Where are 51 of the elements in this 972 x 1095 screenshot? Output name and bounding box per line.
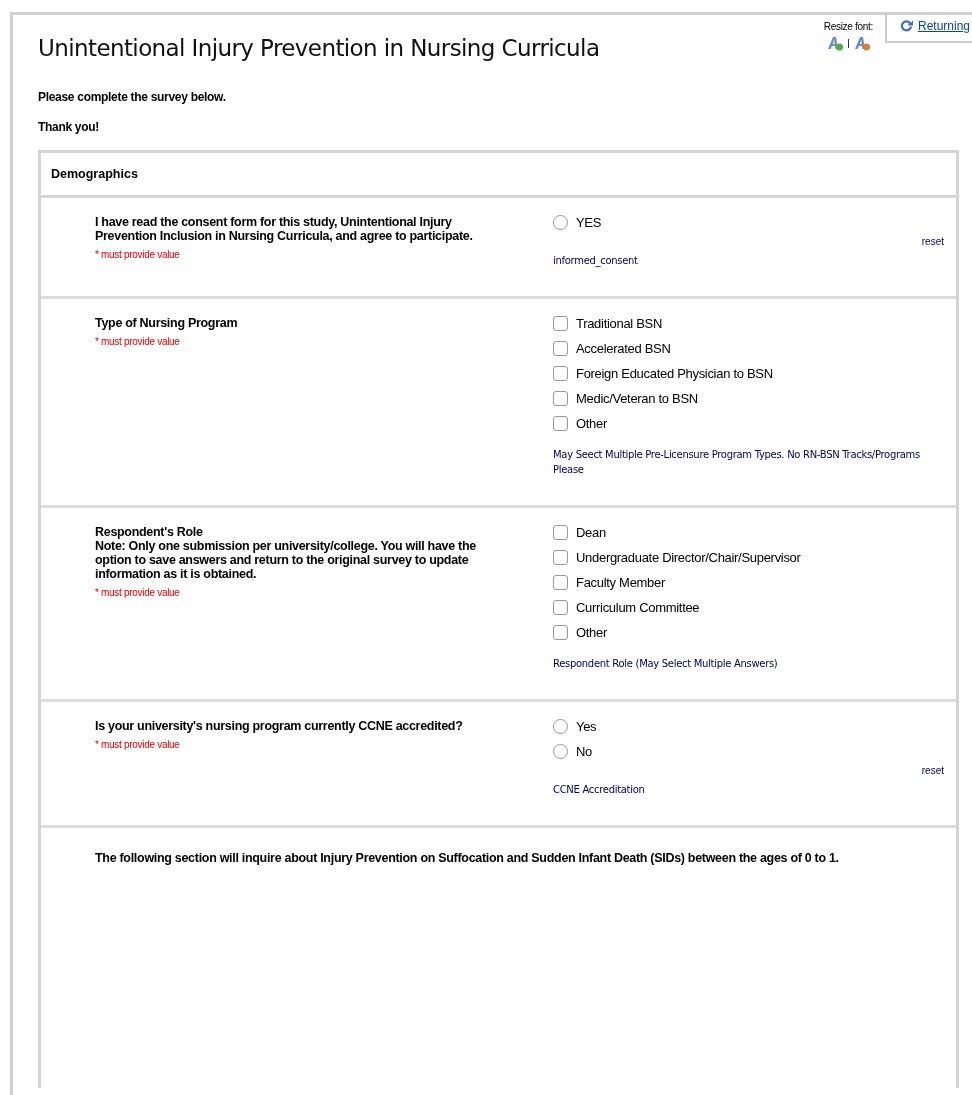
radio-button[interactable] (553, 719, 568, 734)
radio-button[interactable] (553, 744, 568, 759)
refresh-icon[interactable] (898, 18, 914, 33)
option-label: Curriculum Committee (576, 600, 700, 615)
required-note: * must provide value (95, 739, 181, 750)
survey-title: Unintentional Injury Prevention in Nursing Curricula (38, 35, 601, 61)
option-label: Accelerated BSN (576, 341, 671, 356)
reset-link[interactable]: reset (921, 236, 944, 247)
question-label: Type of Nursing Program (95, 316, 239, 330)
checkbox[interactable] (553, 391, 568, 406)
question-label: Respondent's Role (95, 525, 204, 539)
checkbox[interactable] (553, 525, 568, 540)
field-note: CCNE Accreditation (553, 783, 646, 797)
reset-link[interactable]: reset (921, 765, 944, 776)
option-label: Undergraduate Director/Chair/Supervisor (576, 550, 801, 565)
intro-text: Please complete the survey below. (38, 90, 227, 104)
question-label: I have read the consent form for this study, Unintentional Injury Prevention Inclusion in Nursing Curricula, and agree to participate. (95, 215, 474, 243)
section-description: The following section will inquire about Injury Prevention on Suffocation and Sudden Infant Death (SIDs) between the ages of 0 to 1. (95, 851, 839, 865)
option-label: Other (576, 416, 607, 431)
field-note: May Seect Multiple Pre-Licensure Program Types. No RN-BSN Tracks/Programs Please (553, 448, 921, 477)
option-label: Medic/Veteran to BSN (576, 391, 698, 406)
question-note: Note: Only one submission per university/college. You will have the option to save answers and return to the original survey to update information as it is obtained. (95, 539, 477, 581)
checkbox[interactable] (553, 341, 568, 356)
field-note: Respondent Role (May Select Multiple Answers) (553, 657, 779, 671)
field-note: informed_consent (553, 254, 639, 269)
section-title: Demographics (51, 167, 138, 181)
checkbox[interactable] (553, 600, 568, 615)
checkbox[interactable] (553, 316, 568, 331)
returning-link[interactable]: Returning (917, 18, 970, 33)
font-increase-icon[interactable] (825, 35, 844, 51)
option-label: Other (576, 625, 607, 640)
resize-font-label: Resize font: (823, 21, 873, 32)
checkbox[interactable] (553, 625, 568, 640)
option-label: Traditional BSN (576, 316, 663, 331)
font-decrease-icon[interactable] (852, 35, 871, 51)
checkbox[interactable] (553, 550, 568, 565)
required-note: * must provide value (95, 336, 181, 347)
option-label: Foreign Educated Physician to BSN (576, 366, 773, 381)
option-label: Dean (576, 525, 606, 540)
required-note: * must provide value (95, 249, 181, 260)
option-label: YES (576, 215, 602, 230)
checkbox[interactable] (553, 575, 568, 590)
intro-text: Thank you! (38, 120, 100, 134)
required-note: * must provide value (95, 587, 181, 598)
option-label: Faculty Member (576, 575, 665, 590)
option-label: Yes (576, 719, 597, 734)
option-label: No (576, 744, 593, 759)
checkbox[interactable] (553, 366, 568, 381)
radio-button[interactable] (553, 215, 568, 230)
checkbox[interactable] (553, 416, 568, 431)
question-label: Is your university's nursing program currently CCNE accredited? (95, 719, 464, 733)
